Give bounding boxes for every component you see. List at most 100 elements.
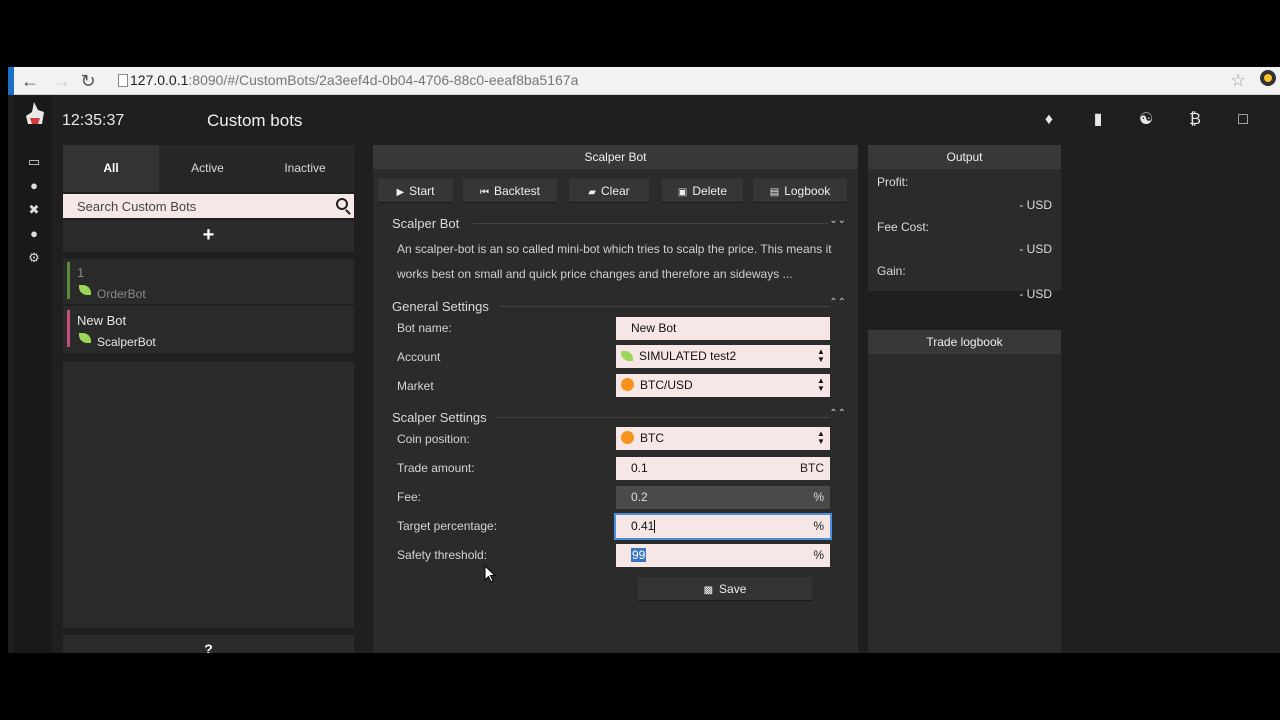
account-value: SIMULATED test2 [639, 349, 737, 363]
bot-description: An scalper-bot is an so called mini-bot … [397, 242, 832, 281]
forward-icon[interactable]: → [50, 69, 74, 93]
clock: 12:35:37 [62, 112, 125, 129]
market-label: Market [397, 379, 434, 393]
bot-name: 1 [77, 265, 85, 280]
bitcoin-icon [621, 378, 634, 392]
coin-position-select[interactable]: BTC ▲ ▼ [616, 427, 830, 450]
chevron-up-icon[interactable]: ⌃⌃ [829, 408, 846, 419]
bot-filter-tabs: All Active Inactive [63, 145, 354, 192]
output-header: Output [868, 145, 1061, 169]
extension-icon[interactable] [1256, 69, 1280, 93]
bulb-icon[interactable]: ● [22, 177, 46, 195]
gain-value: - USD [1019, 287, 1052, 301]
tab-all[interactable]: All [63, 145, 159, 192]
search-box [63, 194, 354, 218]
tab-inactive[interactable]: Inactive [256, 145, 354, 192]
coins-icon[interactable]: ☯ [1133, 108, 1159, 132]
app-window: ▭ ● ✖ ● ⚙ 12:35:37 Custom bots ♦ ▮ ☯ ₿ □… [8, 95, 1280, 653]
clear-label: Clear [601, 184, 630, 198]
monitor-icon[interactable]: ▭ [22, 153, 46, 171]
coin-position-label: Coin position: [397, 432, 470, 446]
trash-icon: ▣ [677, 187, 688, 198]
percent-unit: % [813, 548, 824, 562]
play-icon: ▶ [396, 187, 405, 198]
start-label: Start [409, 184, 435, 198]
fee-value: 0.2 [631, 490, 648, 504]
chevron-up-icon[interactable]: ⌃⌃ [829, 297, 846, 308]
safety-threshold-value: 99 [631, 548, 647, 562]
user-icon[interactable]: ● [22, 225, 46, 243]
bot-list-empty-area [63, 362, 354, 628]
intro-section-title: Scalper Bot [392, 216, 460, 231]
target-percentage-value: 0.41 [631, 519, 655, 533]
page-icon [118, 74, 128, 87]
percent-unit: % [813, 519, 824, 533]
start-button[interactable]: ▶ Start [378, 179, 453, 203]
settings-icon[interactable]: ⚙ [22, 249, 46, 267]
target-percentage-input[interactable]: 0.41% [614, 513, 832, 540]
trade-amount-unit: BTC [800, 461, 824, 475]
kangaroo-icon[interactable]: ♦ [1036, 108, 1062, 132]
save-label: Save [719, 582, 747, 596]
trade-amount-input[interactable]: 0.1 BTC [616, 457, 830, 480]
fee-input: 0.2% [616, 486, 830, 509]
search-icon[interactable] [336, 198, 348, 210]
percent-unit: % [813, 490, 824, 504]
market-value: BTC/USD [640, 378, 693, 392]
logbook-header: Trade logbook [868, 330, 1061, 354]
account-select[interactable]: SIMULATED test2 ▲ ▼ [616, 345, 830, 368]
address-bar[interactable]: 127.0.0.1:8090/#/CustomBots/2a3eef4d-0b0… [130, 72, 578, 88]
bitcoin-icon [621, 431, 634, 445]
mouse-cursor-icon [484, 565, 496, 583]
bot-type: ScalperBot [97, 335, 156, 349]
gain-label: Gain: [877, 264, 906, 278]
bot-name: New Bot [77, 313, 127, 328]
url-path: :8090/#/CustomBots/2a3eef4d-0b04-4706-88… [188, 72, 579, 88]
ticket-icon[interactable]: ▮ [1085, 108, 1111, 132]
browser-toolbar: ← → ↻ 127.0.0.1:8090/#/CustomBots/2a3eef… [8, 67, 1280, 95]
save-button[interactable]: ▩ Save [638, 577, 812, 601]
leaf-icon [79, 333, 91, 343]
search-input[interactable] [63, 194, 323, 218]
tools-icon[interactable]: ✖ [22, 201, 46, 219]
reload-icon[interactable]: ↻ [76, 69, 100, 93]
clear-button[interactable]: ▰ Clear [569, 179, 649, 203]
app-logo[interactable] [24, 100, 46, 126]
tab-active[interactable]: Active [159, 145, 256, 192]
list-item-orderbot[interactable]: 1 OrderBot [63, 259, 354, 302]
account-label: Account [397, 350, 441, 364]
market-select[interactable]: BTC/USD ▲ ▼ [616, 374, 830, 397]
leaf-icon [621, 350, 633, 361]
eraser-icon: ▰ [588, 187, 596, 198]
delete-button[interactable]: ▣ Delete [662, 179, 743, 203]
backtest-button[interactable]: ⏮ Backtest [463, 179, 557, 203]
inbox-icon[interactable]: □ [1230, 108, 1256, 132]
bot-name-label: Bot name: [397, 321, 452, 335]
section-divider [500, 306, 830, 307]
trade-amount-value: 0.1 [631, 461, 648, 475]
trade-amount-label: Trade amount: [397, 461, 475, 475]
bitcoin-cycle-icon[interactable]: ₿ [1182, 108, 1208, 132]
help-button[interactable]: ? [63, 635, 354, 653]
bot-name-field[interactable]: New Bot [616, 317, 830, 340]
bot-panel: Scalper Bot ▶ Start ⏮ Backtest ▰ Clear ▣ Del… [373, 145, 858, 653]
add-bot-button[interactable]: + [63, 220, 354, 252]
fee-label: Fee: [397, 490, 422, 504]
left-nav-rail: ▭ ● ✖ ● ⚙ [14, 95, 52, 653]
safety-threshold-label: Safety threshold: [397, 548, 488, 562]
list-item-scalperbot[interactable]: New Bot ScalperBot [63, 307, 354, 350]
rewind-icon: ⏮ [479, 187, 489, 198]
section-divider [495, 417, 830, 418]
star-icon[interactable]: ☆ [1226, 69, 1250, 93]
bot-stripe [67, 262, 70, 299]
output-panel: Output Profit: - USD Fee Cost: - USD Gai… [868, 145, 1061, 301]
trade-logbook-panel: Trade logbook [868, 330, 1061, 653]
safety-threshold-input[interactable]: 99% [616, 544, 830, 567]
page-title: Custom bots [207, 111, 303, 130]
logbook-button[interactable]: ▤ Logbook [753, 179, 847, 203]
divider [63, 304, 354, 306]
select-arrows-icon: ▲ ▼ [817, 376, 825, 393]
back-icon[interactable]: ← [18, 69, 42, 93]
chevron-down-icon[interactable]: ⌄⌄ [829, 215, 846, 226]
scalper-settings-title: Scalper Settings [392, 410, 487, 425]
